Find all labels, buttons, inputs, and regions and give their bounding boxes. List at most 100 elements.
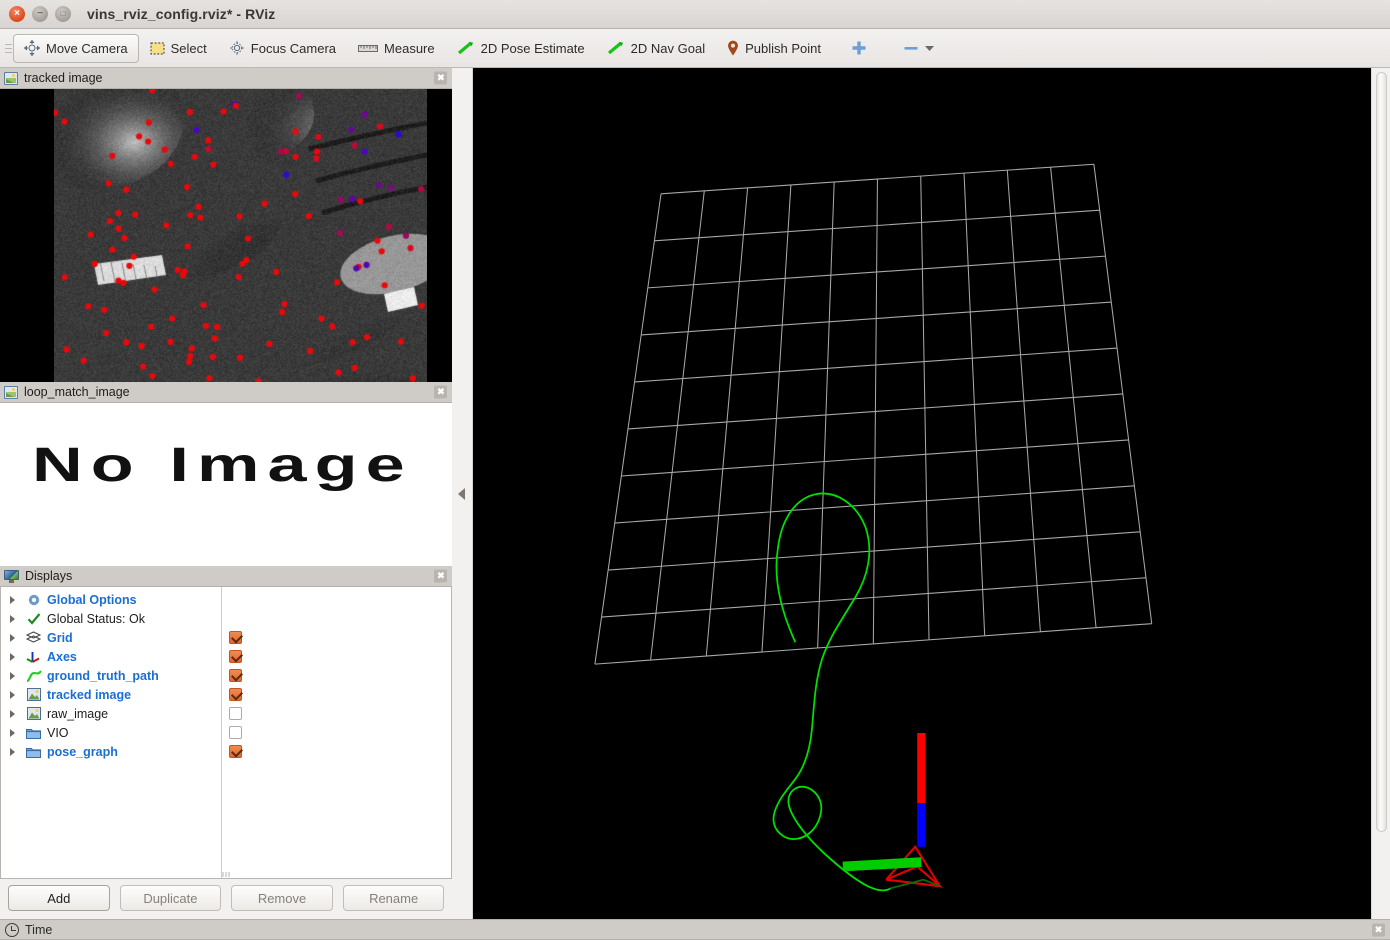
rename-button: Rename [343, 885, 445, 911]
display-row-label: Grid [47, 631, 73, 645]
toolbar-drag-handle[interactable] [4, 37, 13, 59]
tool-focus-camera-label: Focus Camera [251, 41, 336, 56]
image-display-icon [25, 707, 42, 720]
tool-move-camera[interactable]: Move Camera [13, 34, 139, 63]
displays-panel-header: Displays ✖ [0, 566, 452, 587]
check-status-icon [25, 612, 42, 626]
image-display-icon [4, 72, 18, 85]
display-row-pose-graph[interactable]: pose_graph [1, 742, 451, 761]
duplicate-button: Duplicate [120, 885, 222, 911]
tool-measure[interactable]: Measure [347, 34, 446, 63]
tool-move-camera-label: Move Camera [46, 41, 128, 56]
3d-render-view[interactable] [473, 68, 1371, 919]
nav-goal-icon [607, 41, 625, 55]
display-row-label: Global Options [47, 593, 137, 607]
remove-tool-button[interactable] [892, 34, 946, 63]
display-row-ground-truth-path[interactable]: ground_truth_path [1, 666, 451, 685]
time-panel: Time ✖ ROS Time: 1547809274.36 ROS Elaps… [0, 919, 1390, 940]
tool-2d-pose-estimate-label: 2D Pose Estimate [481, 41, 585, 56]
clock-icon [5, 923, 19, 937]
expand-arrow-icon[interactable] [10, 748, 19, 756]
expand-arrow-icon[interactable] [10, 596, 19, 604]
window-minimize-button[interactable]: − [32, 6, 48, 22]
loop-match-image-view[interactable]: No Image [0, 403, 452, 566]
view-vertical-scrollbar[interactable] [1371, 68, 1390, 919]
display-enabled-checkbox[interactable] [229, 688, 242, 701]
displays-close-icon[interactable]: ✖ [434, 570, 447, 583]
display-enabled-checkbox[interactable] [229, 707, 242, 720]
display-row-grid[interactable]: Grid [1, 628, 451, 647]
display-enabled-checkbox[interactable] [229, 745, 242, 758]
expand-arrow-icon[interactable] [10, 710, 19, 718]
tracked-image-canvas [54, 89, 427, 382]
axes-icon [25, 650, 42, 664]
expand-arrow-icon[interactable] [10, 729, 19, 737]
display-row-global-options[interactable]: Global Options [1, 590, 451, 609]
add-tool-button[interactable] [840, 34, 878, 63]
dock-collapse-strip[interactable] [452, 68, 473, 919]
window-title-bar: × − □ vins_rviz_config.rviz* - RViz [0, 0, 1390, 29]
display-row-label: tracked image [47, 688, 131, 702]
expand-arrow-icon[interactable] [10, 691, 19, 699]
left-dock-column: tracked image ✖ loop_match_image ✖ No Im… [0, 68, 452, 919]
axis-y-green [843, 862, 922, 866]
displays-tree[interactable]: Global Options Global Status: Ok Grid Axes g… [0, 587, 452, 879]
tracked-image-content [54, 89, 427, 382]
time-panel-close-icon[interactable]: ✖ [1372, 923, 1385, 936]
displays-tree-rows: Global Options Global Status: Ok Grid Axes g… [1, 587, 451, 878]
add-button[interactable]: Add [8, 885, 110, 911]
focus-camera-icon [229, 40, 245, 56]
window-title: vins_rviz_config.rviz* - RViz [87, 6, 275, 22]
scrollbar-thumb[interactable] [1376, 72, 1387, 832]
window-maximize-button[interactable]: □ [55, 6, 71, 22]
display-row-label: VIO [47, 726, 69, 740]
tool-2d-pose-estimate[interactable]: 2D Pose Estimate [446, 34, 596, 63]
display-row-label: Axes [47, 650, 77, 664]
tool-publish-point[interactable]: Publish Point [716, 34, 832, 63]
path-icon [25, 670, 42, 682]
chevron-down-icon[interactable] [924, 44, 935, 52]
image-display-icon [4, 386, 18, 399]
tool-focus-camera[interactable]: Focus Camera [218, 34, 347, 63]
display-row-raw-image[interactable]: raw_image [1, 704, 451, 723]
display-row-vio[interactable]: VIO [1, 723, 451, 742]
main-toolbar: Move Camera Select Focus Camera Measure … [0, 29, 1390, 68]
expand-arrow-icon[interactable] [10, 672, 19, 680]
loop-match-image-panel-header: loop_match_image ✖ [0, 382, 452, 403]
loop-match-image-close-icon[interactable]: ✖ [434, 386, 447, 399]
display-row-global-status-ok[interactable]: Global Status: Ok [1, 609, 451, 628]
move-camera-icon [24, 40, 40, 56]
folder-icon [25, 727, 42, 739]
minimize-icon: − [32, 6, 48, 22]
image-display-icon [25, 688, 42, 701]
display-enabled-checkbox[interactable] [229, 726, 242, 739]
time-panel-header: Time ✖ [0, 919, 1390, 940]
collapse-left-arrow-icon[interactable] [458, 488, 465, 500]
display-enabled-checkbox[interactable] [229, 650, 242, 663]
display-row-label: ground_truth_path [47, 669, 159, 683]
expand-arrow-icon[interactable] [10, 634, 19, 642]
displays-button-row: Add Duplicate Remove Rename [0, 879, 452, 919]
render-view-wrapper [452, 68, 1390, 919]
display-row-axes[interactable]: Axes [1, 647, 451, 666]
expand-arrow-icon[interactable] [10, 653, 19, 661]
displays-icon [4, 570, 19, 583]
publish-point-icon [727, 40, 739, 56]
displays-splitter-grip[interactable] [223, 872, 230, 877]
window-close-button[interactable]: × [9, 6, 25, 22]
tool-select[interactable]: Select [139, 34, 218, 63]
tracked-image-view[interactable] [0, 89, 452, 382]
tool-publish-point-label: Publish Point [745, 41, 821, 56]
display-row-tracked-image[interactable]: tracked image [1, 685, 451, 704]
measure-icon [358, 43, 378, 54]
tracked-image-panel-title: tracked image [24, 71, 103, 85]
tool-2d-nav-goal[interactable]: 2D Nav Goal [596, 34, 716, 63]
grid-icon [25, 631, 42, 644]
tracked-image-close-icon[interactable]: ✖ [434, 72, 447, 85]
display-enabled-checkbox[interactable] [229, 631, 242, 644]
select-icon [150, 42, 165, 55]
display-enabled-checkbox[interactable] [229, 669, 242, 682]
expand-arrow-icon[interactable] [10, 615, 19, 623]
tool-select-label: Select [171, 41, 207, 56]
remove-button: Remove [231, 885, 333, 911]
